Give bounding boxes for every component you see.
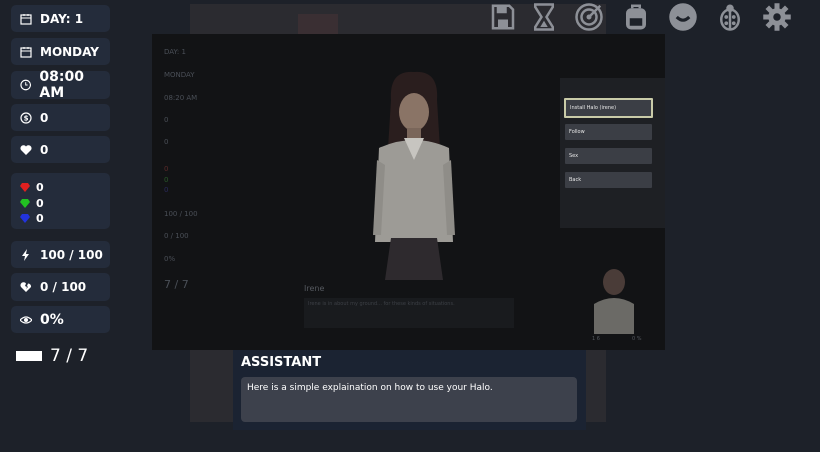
svg-text:$: $	[24, 114, 29, 122]
red-gem-value: 0	[36, 181, 44, 194]
clock-icon	[20, 79, 32, 91]
overlay-day: DAY: 1	[164, 48, 186, 56]
day-panel: DAY: 1	[11, 5, 110, 32]
menu-option-follow[interactable]: Follow	[565, 124, 652, 140]
dialogue-speaker: Irene	[304, 284, 325, 293]
lightning-icon	[22, 248, 29, 261]
overlay-weekday: MONDAY	[164, 71, 195, 79]
portrait-label-right: 0 %	[632, 336, 642, 342]
green-gem-row: 0	[20, 197, 44, 210]
fatigue-panel: 0 / 100	[11, 273, 110, 301]
menu-option-install-halo[interactable]: Install Halo (irene)	[564, 98, 653, 118]
overlay-money: 0	[164, 116, 169, 124]
overlay-vision: 0%	[164, 255, 176, 263]
time-panel: 08:00 AM	[11, 69, 110, 101]
calendar-icon	[20, 13, 32, 25]
save-icon[interactable]	[488, 2, 518, 32]
counter-bar	[16, 351, 42, 361]
red-gem-row: 0	[20, 181, 44, 194]
blue-gem-icon	[20, 214, 30, 223]
day-label: DAY: 1	[40, 11, 84, 26]
energy-value: 100 / 100	[40, 247, 103, 262]
green-gem-icon	[20, 199, 30, 208]
nested-screenshot-overlay: DAY: 1 MONDAY 08:20 AM 0 0 0 0 0 100 / 1…	[152, 34, 665, 350]
gems-panel: 0 0 0	[11, 173, 110, 229]
interaction-menu: Install Halo (irene) Follow Sex Back	[560, 78, 665, 228]
overlay-green-gem: 0	[164, 176, 169, 184]
fatigue-value: 0 / 100	[40, 280, 87, 294]
menu-option-sex[interactable]: Sex	[565, 148, 652, 164]
eye-icon	[20, 315, 32, 324]
character-irene	[373, 71, 455, 280]
time-label: 08:00 AM	[39, 69, 84, 101]
energy-panel: 100 / 100	[11, 241, 110, 268]
blue-gem-row: 0	[20, 212, 44, 225]
calendar-icon	[20, 46, 32, 58]
weekday-panel: MONDAY	[11, 38, 110, 65]
green-gem-value: 0	[36, 197, 44, 210]
page-counter: 7 / 7	[16, 346, 88, 366]
overlay-blue-gem: 0	[164, 186, 169, 194]
vision-panel: 0%	[11, 306, 110, 333]
portrait-label-left: 1 6	[592, 336, 600, 342]
hearts-value: 0	[40, 142, 49, 157]
character-portrait: 1 6 0 %	[592, 269, 642, 342]
hearts-panel: 0	[11, 136, 110, 163]
red-gem-icon	[20, 183, 30, 192]
assistant-message[interactable]: Here is a simple explaination on how to …	[241, 377, 577, 422]
blue-gem-value: 0	[36, 212, 44, 225]
overlay-hearts: 0	[164, 138, 169, 146]
hourglass-icon[interactable]	[529, 2, 559, 32]
dialogue-box: Irene is in about my ground... for these…	[304, 298, 514, 328]
money-panel: $ 0	[11, 104, 110, 131]
target-icon[interactable]	[574, 2, 604, 32]
smile-icon[interactable]	[668, 2, 698, 32]
vision-value: 0%	[40, 311, 64, 328]
heart-icon	[20, 144, 32, 155]
counter-value: 7 / 7	[50, 346, 89, 366]
overlay-fatigue: 0 / 100	[164, 232, 189, 240]
assistant-title: ASSISTANT	[241, 355, 322, 370]
broken-heart-icon	[20, 282, 32, 292]
overlay-red-gem: 0	[164, 165, 169, 173]
menu-option-back[interactable]: Back	[565, 172, 652, 188]
weekday-label: MONDAY	[40, 44, 99, 59]
coin-icon: $	[20, 111, 32, 124]
ladybug-icon[interactable]	[715, 2, 745, 32]
overlay-energy: 100 / 100	[164, 210, 198, 218]
overlay-counter: 7 / 7	[164, 278, 189, 291]
assistant-panel: ASSISTANT Here is a simple explaination …	[233, 350, 586, 430]
overlay-time: 08:20 AM	[164, 94, 198, 102]
gear-icon[interactable]	[762, 2, 792, 32]
backpack-icon[interactable]	[621, 2, 651, 32]
money-value: 0	[40, 110, 49, 125]
